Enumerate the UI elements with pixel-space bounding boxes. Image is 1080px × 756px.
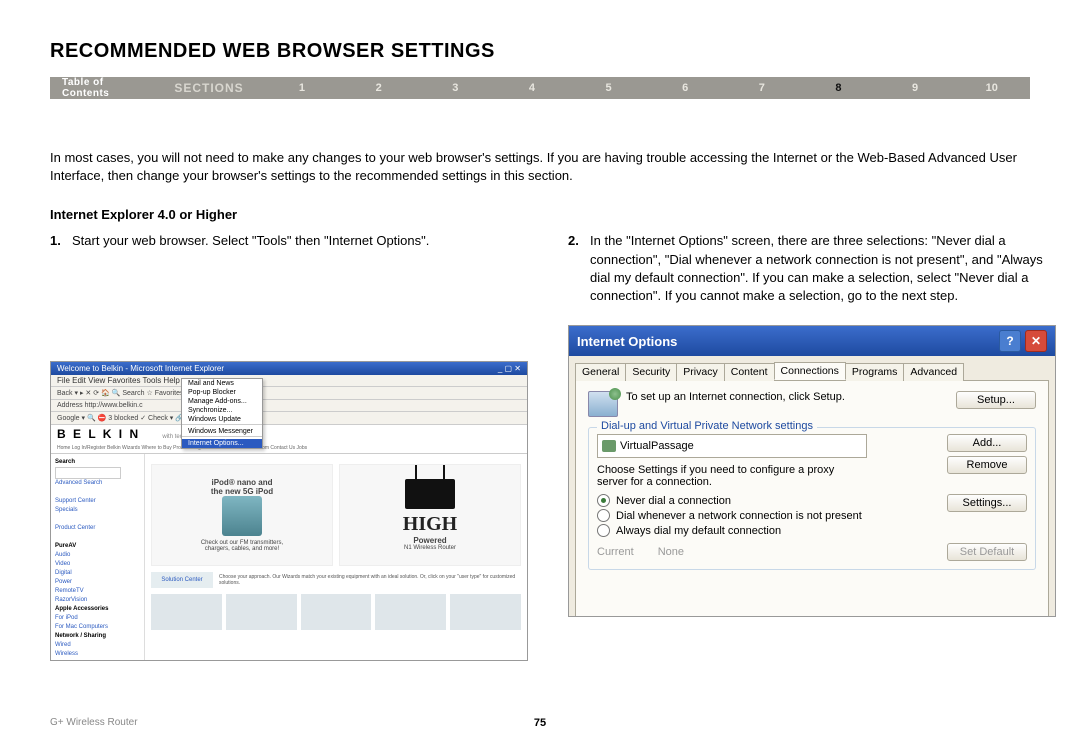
current-value: None [658,546,684,558]
step-2-num: 2. [568,232,590,305]
belkin-sidebar: Search Advanced Search Support Center Sp… [51,454,145,661]
tab-advanced[interactable]: Advanced [903,363,964,381]
add-button[interactable]: Add... [947,434,1027,452]
step-2-text: In the "Internet Options" screen, there … [590,232,1056,305]
section-5[interactable]: 5 [570,82,647,94]
radio-icon [597,524,610,537]
ie-toolbar: Back ▾ ▸ ✕ ⟳ 🏠 🔍 Search ☆ Favorites ✉ [51,387,527,400]
radio-icon [597,494,610,507]
section-4[interactable]: 4 [494,82,571,94]
footer-product: G+ Wireless Router [50,717,138,728]
section-6[interactable]: 6 [647,82,724,94]
section-10[interactable]: 10 [953,82,1030,94]
section-3[interactable]: 3 [417,82,494,94]
internet-options-dialog: Internet Options ? ✕ General Security Pr… [568,325,1056,617]
ie-screenshot: Welcome to Belkin - Microsoft Internet E… [50,361,528,661]
remove-button[interactable]: Remove [947,456,1027,474]
section-9[interactable]: 9 [877,82,954,94]
connections-panel: To set up an Internet connection, click … [575,380,1049,617]
vpn-icon [602,440,616,452]
vpn-item: VirtualPassage [620,440,694,452]
toc-link[interactable]: Table of Contents [62,77,150,99]
section-1[interactable]: 1 [264,82,341,94]
ie-subheading: Internet Explorer 4.0 or Higher [50,207,1030,222]
step-1-text: Start your web browser. Select "Tools" t… [72,232,528,250]
internet-options-menu-item[interactable]: Internet Options... [182,439,262,448]
tools-dropdown: Mail and News Pop-up Blocker Manage Add-… [181,378,263,449]
belkin-site-nav: Home Log In/Register Belkin Wizards Wher… [51,443,527,454]
step-1: 1. Start your web browser. Select "Tools… [50,232,528,250]
settings-hint: Choose Settings if you need to configure… [597,464,857,488]
tab-general[interactable]: General [575,363,626,381]
close-icon[interactable]: ✕ [1025,330,1047,352]
solution-center-label: Solution Center [151,572,213,588]
belkin-logo: B E L K I N [57,423,140,445]
step-1-num: 1. [50,232,72,250]
dialup-fieldset: Dial-up and Virtual Private Network sett… [588,427,1036,570]
tab-security[interactable]: Security [625,363,677,381]
dialog-titlebar: Internet Options ? ✕ [569,326,1055,356]
dialog-tabs: General Security Privacy Content Connect… [569,356,1055,380]
current-label: Current [597,546,634,558]
section-2[interactable]: 2 [340,82,417,94]
network-icon [588,391,618,417]
radio-icon [597,509,610,522]
tab-content[interactable]: Content [724,363,775,381]
dialog-title: Internet Options [577,334,677,349]
tab-connections[interactable]: Connections [774,362,846,380]
page-footer: G+ Wireless Router 75 [50,717,1030,728]
vpn-listbox[interactable]: VirtualPassage [597,434,867,458]
ie-title-text: Welcome to Belkin - Microsoft Internet E… [57,364,224,373]
set-default-button: Set Default [947,543,1027,561]
setup-text: To set up an Internet connection, click … [626,391,948,403]
ad-router: HIGH Powered N1 Wireless Router [339,464,521,566]
sections-label: SECTIONS [174,81,243,95]
ie-menubar: File Edit View Favorites Tools Help [51,375,527,387]
section-navbar: Table of Contents SECTIONS 1 2 3 4 5 6 7… [50,77,1030,99]
tab-programs[interactable]: Programs [845,363,905,381]
step-2: 2. In the "Internet Options" screen, the… [568,232,1056,305]
page-number: 75 [534,717,546,729]
settings-button[interactable]: Settings... [947,494,1027,512]
page-title: RECOMMENDED WEB BROWSER SETTINGS [50,40,1030,63]
setup-button[interactable]: Setup... [956,391,1036,409]
intro-paragraph: In most cases, you will not need to make… [50,149,1030,185]
ie-titlebar: Welcome to Belkin - Microsoft Internet E… [51,362,527,375]
radio-always-dial[interactable]: Always dial my default connection [597,524,1027,537]
section-7[interactable]: 7 [724,82,801,94]
ie-address: Address http://www.belkin.c [51,400,527,412]
help-icon[interactable]: ? [999,330,1021,352]
section-8[interactable]: 8 [800,82,877,94]
fieldset-legend: Dial-up and Virtual Private Network sett… [597,420,817,432]
ad-ipod: iPod® nano and the new 5G iPod Check out… [151,464,333,566]
tab-privacy[interactable]: Privacy [676,363,724,381]
